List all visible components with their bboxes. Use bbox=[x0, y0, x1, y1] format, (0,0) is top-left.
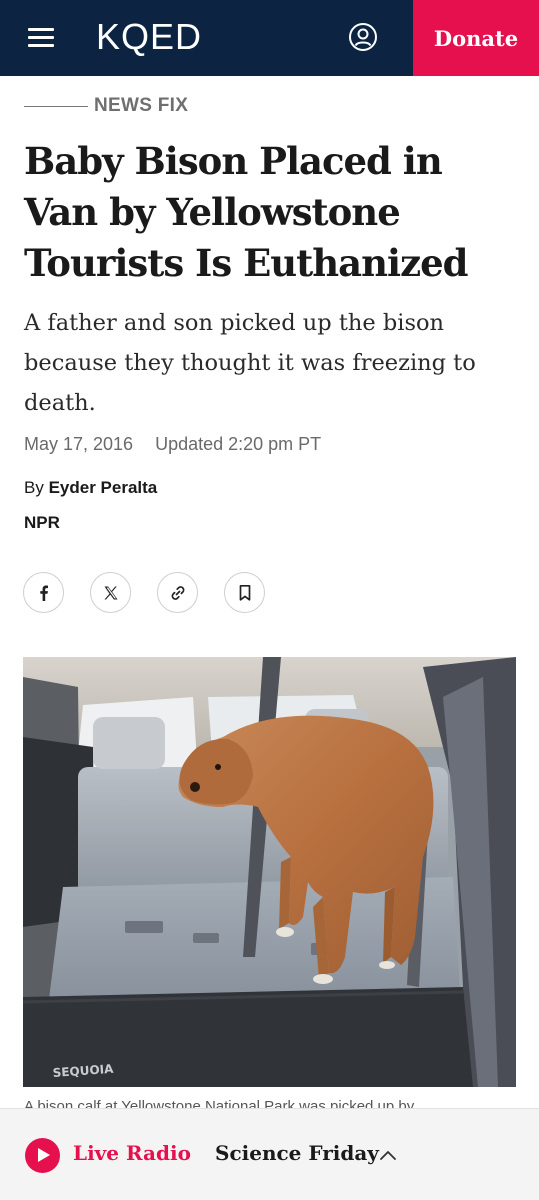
article-dates: May 17, 2016 Updated 2:20 pm PT bbox=[24, 434, 321, 455]
live-radio-label[interactable]: Live Radio bbox=[73, 1141, 191, 1165]
byline-prefix: By bbox=[24, 478, 44, 497]
donate-button[interactable]: Donate bbox=[413, 0, 539, 76]
bison-in-van-image: SEQUOIA bbox=[23, 657, 516, 1087]
copy-link-button[interactable] bbox=[157, 572, 198, 613]
article-dek: A father and son picked up the bison bec… bbox=[24, 310, 476, 416]
link-icon bbox=[171, 585, 184, 600]
kqed-logo[interactable]: KQED bbox=[96, 16, 202, 58]
live-radio-player: Live Radio Science Friday bbox=[0, 1108, 539, 1200]
article-source: NPR bbox=[24, 513, 60, 532]
bookmark-button[interactable] bbox=[224, 572, 265, 613]
facebook-icon bbox=[39, 585, 48, 601]
author-link[interactable]: Eyder Peralta bbox=[49, 478, 158, 497]
article-headline: Baby Bison Placed in Van by Yellowstone … bbox=[24, 139, 469, 285]
account-icon[interactable] bbox=[347, 21, 379, 53]
program-title[interactable]: Science Friday bbox=[215, 1141, 379, 1165]
updated-time: Updated 2:20 pm PT bbox=[155, 434, 322, 454]
play-icon[interactable] bbox=[25, 1138, 60, 1173]
menu-icon[interactable] bbox=[26, 22, 58, 52]
bookmark-icon bbox=[239, 584, 250, 601]
x-share-button[interactable] bbox=[90, 572, 131, 613]
article-photo: SEQUOIA bbox=[23, 657, 516, 1087]
x-icon bbox=[104, 586, 117, 599]
byline: By Eyder Peralta bbox=[24, 478, 157, 498]
facebook-share-button[interactable] bbox=[23, 572, 64, 613]
chevron-up-icon[interactable] bbox=[379, 1149, 397, 1161]
category-label[interactable]: NEWS FIX bbox=[94, 95, 188, 117]
publish-date: May 17, 2016 bbox=[24, 434, 134, 454]
category-rule bbox=[24, 105, 88, 107]
site-header: KQED Donate bbox=[0, 0, 539, 76]
article-category[interactable]: NEWS FIX bbox=[24, 93, 188, 119]
